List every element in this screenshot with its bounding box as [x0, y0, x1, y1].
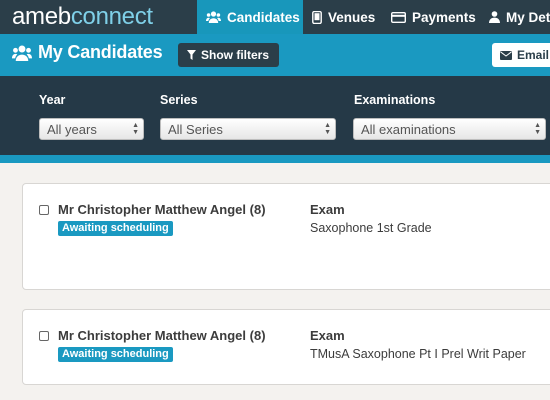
series-select[interactable]: All Series ▲ ▼: [160, 118, 336, 140]
users-icon: [12, 45, 32, 61]
select-arrows-icon: ▲ ▼: [534, 122, 541, 136]
logo[interactable]: amebconnect: [12, 3, 153, 31]
email-button-label: Email s: [517, 48, 550, 62]
status-badge: Awaiting scheduling: [58, 347, 173, 362]
candidate-card: Mr Christopher Matthew Angel (8) Awaitin…: [22, 309, 550, 385]
email-button[interactable]: Email s: [492, 43, 550, 67]
examinations-select[interactable]: All examinations ▲ ▼: [353, 118, 546, 140]
exam-heading: Exam: [310, 202, 345, 217]
mobile-icon: [312, 10, 322, 24]
tab-label: Payments: [412, 9, 476, 25]
user-icon: [489, 11, 500, 23]
credit-card-icon: [391, 11, 406, 23]
select-arrows-icon: ▲ ▼: [132, 122, 139, 136]
users-icon: [206, 11, 221, 23]
tab-label: Candidates: [227, 9, 300, 25]
filters-divider: [0, 155, 550, 163]
select-checkbox[interactable]: [39, 205, 49, 215]
select-arrows-icon: ▲ ▼: [324, 122, 331, 136]
tab-candidates[interactable]: Candidates: [197, 0, 303, 34]
page-title: My Candidates: [12, 42, 163, 63]
show-filters-label: Show filters: [201, 48, 270, 62]
logo-part-ameb: ameb: [12, 3, 71, 30]
tab-venues[interactable]: Venues: [312, 0, 375, 34]
logo-part-connect: connect: [70, 3, 153, 30]
candidate-name[interactable]: Mr Christopher Matthew Angel (8): [58, 328, 266, 343]
examinations-label: Examinations: [354, 93, 436, 107]
candidate-card: Mr Christopher Matthew Angel (8) Awaitin…: [22, 183, 550, 290]
show-filters-button[interactable]: Show filters: [178, 43, 280, 67]
exam-value: Saxophone 1st Grade: [310, 221, 432, 235]
examinations-select-value: All examinations: [361, 121, 456, 137]
filter-icon: [187, 50, 196, 60]
status-badge: Awaiting scheduling: [58, 221, 173, 236]
series-label: Series: [160, 93, 198, 107]
select-checkbox[interactable]: [39, 331, 49, 341]
tab-payments[interactable]: Payments: [391, 0, 476, 34]
tab-label: Venues: [328, 9, 376, 25]
candidate-name[interactable]: Mr Christopher Matthew Angel (8): [58, 202, 266, 217]
top-nav: amebconnect Candidates Venues Payments M…: [0, 0, 550, 34]
envelope-icon: [500, 50, 512, 60]
year-select[interactable]: All years ▲ ▼: [39, 118, 144, 140]
year-select-value: All years: [47, 121, 97, 137]
series-select-value: All Series: [168, 121, 223, 137]
exam-value: TMusA Saxophone Pt I Prel Writ Paper: [310, 347, 526, 361]
exam-heading: Exam: [310, 328, 345, 343]
filters-panel: [0, 76, 550, 155]
page-title-text: My Candidates: [38, 42, 163, 62]
tab-my-details[interactable]: My Det: [489, 0, 550, 34]
year-label: Year: [39, 93, 66, 107]
tab-label: My Det: [506, 9, 550, 25]
